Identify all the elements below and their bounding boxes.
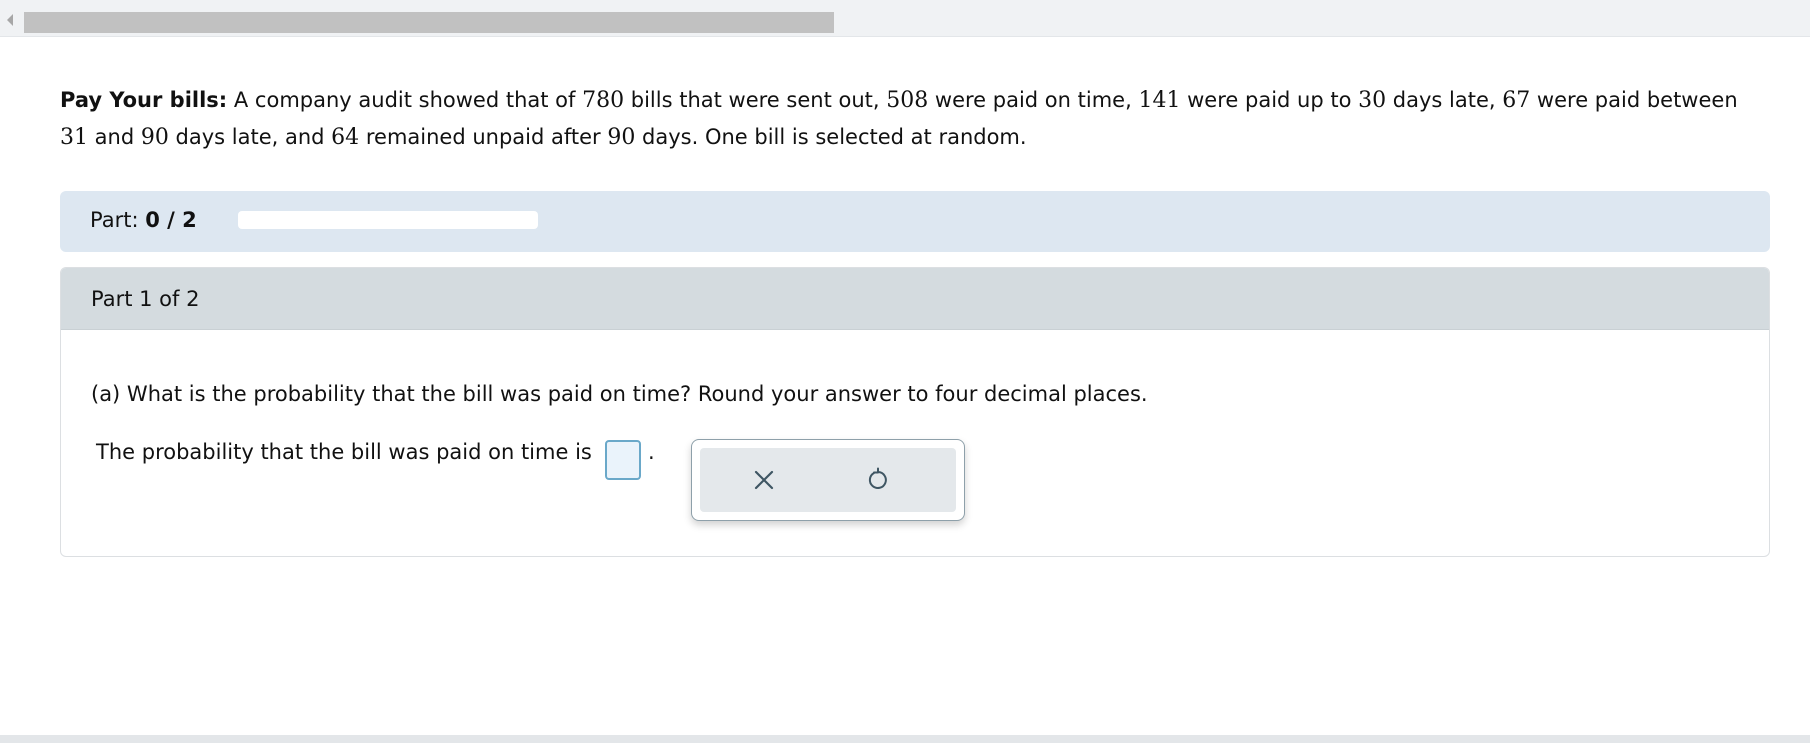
question-text: (a) What is the probability that the bil… [91, 382, 1148, 406]
part-progress-value: 0 / 2 [145, 208, 197, 232]
answer-suffix: . [648, 440, 655, 464]
progress-track [238, 211, 538, 229]
scrollbar-thumb[interactable] [24, 12, 834, 33]
tool-panel-inner [700, 448, 956, 512]
part-progress-bar: Part: 0 / 2 [60, 191, 1770, 252]
part-card: Part 1 of 2 (a) What is the probability … [60, 267, 1770, 557]
scroll-left-arrow-icon[interactable] [7, 14, 13, 26]
undo-icon [868, 467, 887, 489]
part-header-label: Part 1 of 2 [91, 287, 200, 311]
part-header: Part 1 of 2 [61, 268, 1769, 330]
x-icon [754, 470, 774, 490]
horizontal-scrollbar[interactable] [0, 0, 1810, 37]
problem-statement: Pay Your bills: A company audit showed t… [60, 88, 1738, 150]
clear-button[interactable] [746, 462, 782, 498]
answer-tool-panel [691, 439, 965, 521]
answer-input[interactable] [605, 440, 641, 480]
answer-prefix: The probability that the bill was paid o… [96, 440, 592, 464]
undo-button[interactable] [860, 462, 896, 498]
bottom-bar [0, 735, 1810, 743]
problem-title: Pay Your bills: [60, 88, 228, 112]
part-progress-label: Part: 0 / 2 [90, 208, 197, 232]
